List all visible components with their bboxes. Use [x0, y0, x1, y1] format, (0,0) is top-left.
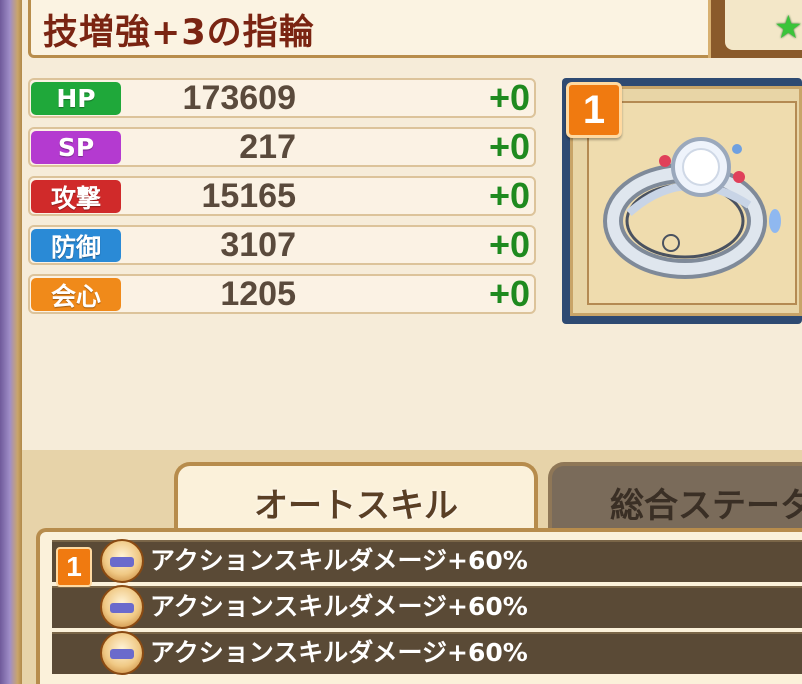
tab-auto-skill[interactable]: オートスキル: [174, 462, 538, 534]
stat-bonus: +0: [488, 126, 530, 167]
rarity-badge: 1: [566, 82, 622, 138]
stat-label: HP: [31, 82, 121, 115]
skill-text: アクションスキルダメージ+60%: [150, 592, 528, 621]
stat-value: 1205: [220, 275, 296, 313]
stat-label: 防御: [31, 229, 121, 262]
stat-bonus: +0: [488, 224, 530, 265]
stat-row-hp: HP 173609 +0: [28, 78, 536, 118]
stat-label: 会心: [31, 278, 121, 311]
skill-chef-icon: [100, 585, 144, 629]
stat-label: 攻撃: [31, 180, 121, 213]
skill-text: アクションスキルダメージ+60%: [150, 638, 528, 667]
left-border: [0, 0, 22, 684]
stat-row-sp: SP 217 +0: [28, 127, 536, 167]
skill-chef-icon: [100, 539, 144, 583]
item-name: 技増強+3の指輪: [43, 13, 315, 53]
stat-value: 3107: [220, 226, 296, 264]
stat-bonus: +0: [488, 175, 530, 216]
star-icon: ★: [774, 8, 802, 46]
stat-row-critical: 会心 1205 +0: [28, 274, 536, 314]
skill-text: アクションスキルダメージ+60%: [150, 546, 528, 575]
stat-bonus: +0: [488, 77, 530, 118]
tab-label: オートスキル: [254, 486, 458, 526]
stat-label: SP: [31, 131, 121, 164]
stat-row-attack: 攻撃 15165 +0: [28, 176, 536, 216]
stat-value: 15165: [201, 177, 296, 215]
tab-label: 総合ステータ: [610, 486, 802, 526]
stat-value: 173609: [182, 79, 296, 117]
skill-chef-icon: [100, 631, 144, 675]
skill-level-badge: 1: [56, 547, 92, 587]
item-title-bar: 技増強+3の指輪: [28, 0, 722, 58]
stat-value: 217: [239, 128, 296, 166]
stat-row-defense: 防御 3107 +0: [28, 225, 536, 265]
stat-bonus: +0: [488, 273, 530, 314]
tab-total-status[interactable]: 総合ステータ: [548, 462, 802, 534]
